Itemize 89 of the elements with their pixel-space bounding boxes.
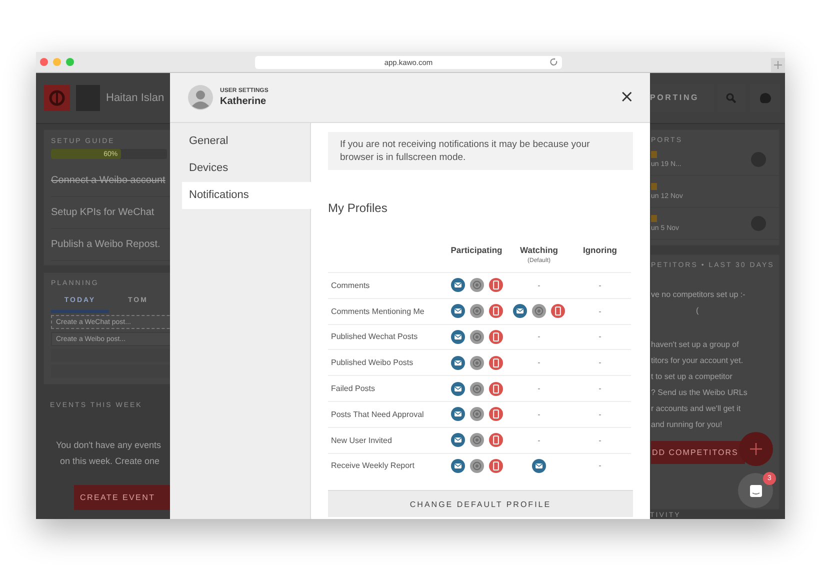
email-icon — [450, 278, 464, 292]
info-text: and running for you! — [651, 419, 724, 431]
status-mark — [651, 183, 657, 190]
notification-type: Comments — [328, 272, 444, 298]
mobile-icon — [488, 382, 502, 396]
browser-icon — [470, 433, 484, 448]
empty-message: You don't have any events — [56, 439, 162, 452]
notification-type: Receive Weekly Report — [328, 452, 444, 478]
info-text: ? Send us the Weibo URLs — [651, 387, 748, 399]
notification-type: Failed Posts — [328, 375, 444, 401]
add-competitors-button[interactable]: DD COMPETITORS — [651, 441, 745, 464]
blob-icon — [758, 91, 772, 105]
notification-type: Published Weibo Posts — [328, 349, 444, 376]
mobile-icon — [488, 433, 502, 448]
notification-type: Comments Mentioning Me — [328, 298, 444, 324]
browser-icon — [532, 304, 546, 318]
close-button[interactable]: × — [618, 89, 636, 106]
mobile-icon — [551, 304, 565, 318]
empty-setting: - — [598, 461, 602, 470]
empty-setting: - — [598, 332, 602, 342]
empty-setting: - — [538, 358, 540, 368]
status-mark — [651, 215, 657, 222]
column-header: Ignoring — [583, 245, 617, 255]
browser-icon — [470, 458, 484, 473]
new-tab-button[interactable] — [771, 58, 785, 72]
column-header: Participating — [450, 245, 502, 255]
empty-setting: - — [538, 436, 540, 445]
browser-icon — [470, 382, 484, 396]
chat-icon — [748, 484, 762, 498]
email-icon — [450, 433, 464, 448]
section-heading: My Profiles — [328, 200, 388, 216]
mobile-icon — [488, 278, 502, 292]
email-icon — [450, 356, 464, 370]
search-icon — [726, 93, 736, 103]
email-icon — [513, 304, 527, 318]
empty-setting: - — [598, 280, 602, 290]
info-text: ( — [695, 305, 700, 317]
info-text: r accounts and we'll get it — [651, 403, 742, 415]
mobile-icon — [488, 458, 502, 473]
close-window-icon[interactable] — [40, 58, 48, 66]
mobile-icon — [488, 356, 502, 370]
empty-setting: - — [538, 332, 540, 342]
empty-setting: - — [598, 410, 602, 419]
email-icon — [450, 382, 464, 396]
sidebar-item[interactable]: Notifications — [182, 182, 311, 209]
empty-setting: - — [598, 358, 602, 368]
empty-setting: - — [538, 280, 540, 290]
browser-icon — [470, 304, 484, 318]
empty-setting: - — [538, 410, 540, 419]
email-icon — [532, 458, 546, 473]
info-text: ve no competitors set up :- — [651, 289, 746, 301]
workspace-name: Haitan Islan — [106, 92, 164, 104]
column-header: Watching — [520, 245, 558, 255]
mobile-icon — [488, 330, 502, 344]
mobile-icon — [488, 407, 502, 422]
empty-setting: - — [598, 384, 602, 394]
email-icon — [450, 458, 464, 473]
avatar-icon — [188, 85, 213, 110]
create-event-button[interactable]: CREATE EVENT — [74, 485, 170, 510]
user-name: Katherine — [220, 96, 268, 107]
empty-setting: - — [598, 306, 602, 316]
notification-type: New User Invited — [328, 426, 444, 453]
email-icon — [450, 304, 464, 318]
browser-icon — [470, 356, 484, 370]
mobile-icon — [488, 304, 502, 318]
browser-icon — [470, 407, 484, 422]
info-text: haven't set up a group of — [651, 339, 740, 351]
plus-icon — [750, 443, 762, 455]
status-mark — [651, 151, 657, 158]
browser-icon — [470, 278, 484, 292]
change-default-profile-button[interactable]: CHANGE DEFAULT PROFILE — [328, 490, 633, 518]
maximize-window-icon[interactable] — [66, 58, 74, 66]
empty-message: on this week. Create one — [59, 455, 161, 468]
info-text: t to set up a competitor — [651, 371, 734, 383]
reload-icon — [550, 58, 558, 66]
logo-mark-icon — [49, 90, 65, 106]
notification-type: Posts That Need Approval — [328, 400, 444, 427]
fullscreen-notice: If you are not receiving notifications it may be because your browser is in fullscreen mode. — [328, 132, 633, 170]
email-icon — [450, 407, 464, 422]
notification-type: Published Wechat Posts — [328, 324, 444, 350]
plus-icon — [774, 61, 782, 69]
info-text: titors for your account yet. — [651, 355, 744, 367]
empty-setting: - — [598, 436, 602, 445]
browser-icon — [470, 330, 484, 344]
empty-setting: - — [538, 384, 540, 394]
minimize-window-icon[interactable] — [53, 58, 61, 66]
sidebar-item[interactable]: Devices — [182, 155, 310, 182]
sidebar-item[interactable]: General — [182, 128, 310, 155]
email-icon — [450, 330, 464, 344]
